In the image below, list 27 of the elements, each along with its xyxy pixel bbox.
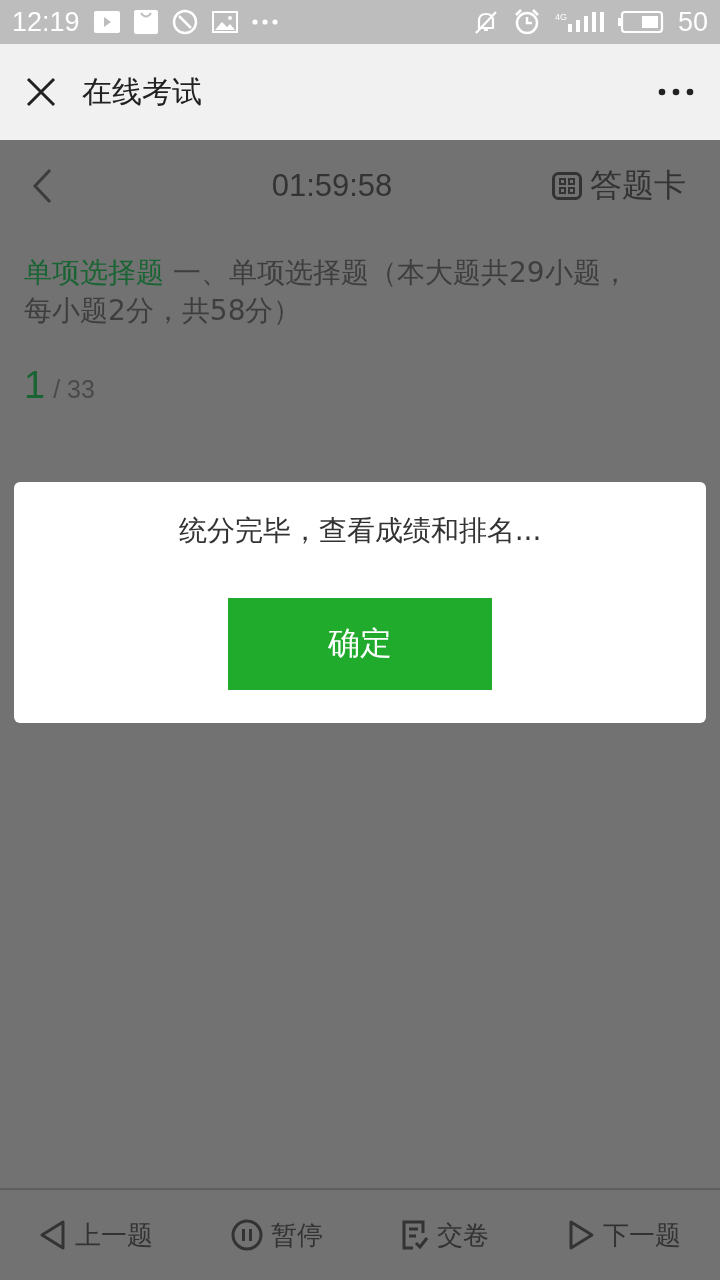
bag-icon xyxy=(133,10,158,34)
current-question-number: 1 xyxy=(24,364,46,407)
muted-bell-icon xyxy=(472,9,499,35)
prev-button[interactable]: 上一题 xyxy=(39,1217,153,1253)
network-type: 4G xyxy=(554,12,567,22)
play-icon xyxy=(93,11,120,33)
pause-icon xyxy=(231,1219,263,1251)
signal-icon xyxy=(567,12,604,32)
timer: 01:59:58 xyxy=(271,168,393,204)
next-button[interactable]: 下一题 xyxy=(567,1217,681,1253)
left-triangle-icon xyxy=(39,1219,67,1251)
image-icon xyxy=(211,11,238,33)
battery-icon xyxy=(617,10,664,34)
close-icon[interactable] xyxy=(26,77,56,107)
grid-icon xyxy=(552,172,582,200)
right-triangle-icon xyxy=(567,1219,595,1251)
answer-card-button[interactable]: 答题卡 xyxy=(552,164,686,208)
confirm-button[interactable]: 确定 xyxy=(228,598,492,690)
more-icon xyxy=(251,19,278,25)
submit-button[interactable]: 交卷 xyxy=(401,1217,489,1253)
status-time: 12:19 xyxy=(12,6,80,38)
page-title: 在线考试 xyxy=(82,72,202,111)
dialog-message: 统分完毕，查看成绩和排名... xyxy=(178,513,542,549)
pause-button[interactable]: 暂停 xyxy=(231,1217,323,1253)
more-icon[interactable] xyxy=(658,88,694,96)
battery-level: 50 xyxy=(677,6,708,38)
document-check-icon xyxy=(401,1219,429,1251)
